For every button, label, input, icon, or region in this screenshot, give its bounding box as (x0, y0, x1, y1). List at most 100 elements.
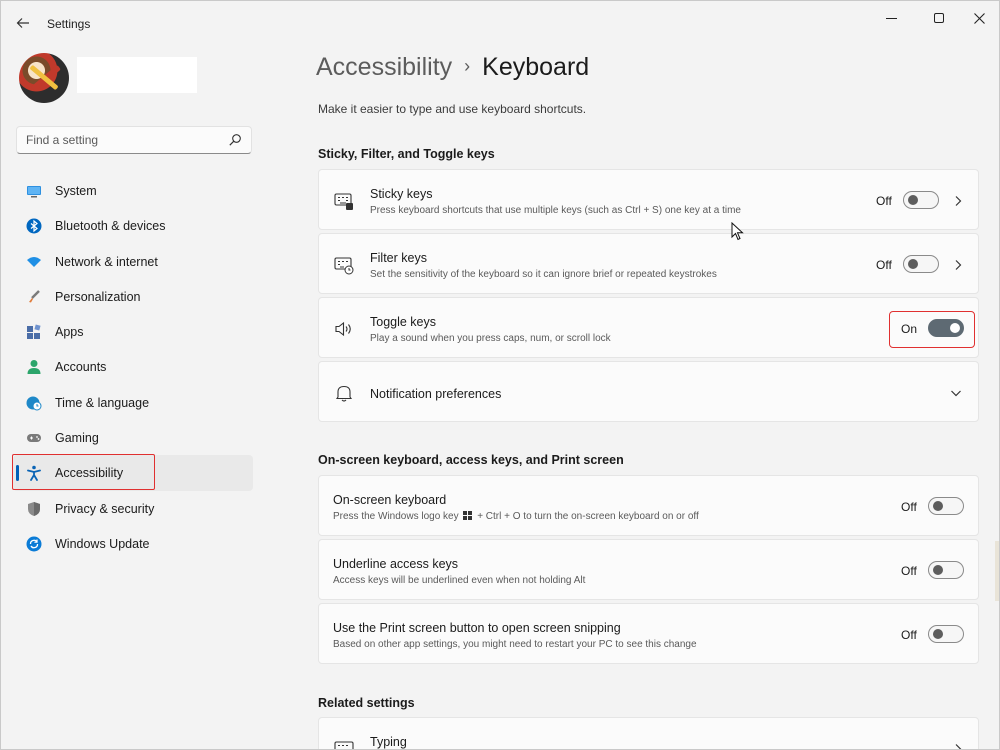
underline-access-keys-toggle[interactable] (928, 561, 964, 579)
onscreen-keyboard-toggle[interactable] (928, 497, 964, 515)
mouse-cursor-icon (731, 222, 744, 241)
section-title-sticky: Sticky, Filter, and Toggle keys (318, 147, 495, 161)
speaker-icon (335, 321, 351, 337)
row-title: On-screen keyboard (333, 493, 447, 507)
sidebar-item-label: Personalization (55, 289, 141, 304)
row-description: Access keys will be underlined even when… (333, 575, 586, 586)
maximize-button[interactable] (917, 5, 961, 29)
toggle-keys-row[interactable]: Toggle keys Play a sound when you press … (318, 297, 979, 358)
sidebar-item-network[interactable]: Network & internet (13, 244, 253, 279)
chevron-right-icon: › (464, 56, 471, 76)
settings-window: Settings System Bluetooth & devices (0, 0, 1000, 750)
sidebar-item-label: System (55, 184, 97, 198)
chevron-right-icon (955, 744, 962, 749)
section-title-onscreen: On-screen keyboard, access keys, and Pri… (318, 453, 624, 467)
onscreen-keyboard-row[interactable]: On-screen keyboard Press the Windows log… (318, 475, 979, 536)
title-bar: Settings (1, 1, 999, 45)
chevron-right-icon (955, 196, 962, 206)
apps-icon (27, 324, 41, 340)
sidebar-item-label: Bluetooth & devices (55, 219, 166, 234)
back-button[interactable] (13, 13, 33, 33)
bluetooth-icon (26, 218, 42, 234)
sidebar-item-accounts[interactable]: Accounts (13, 349, 253, 384)
sticky-keys-row[interactable]: Sticky keys Press keyboard shortcuts tha… (318, 169, 979, 230)
app-title: Settings (47, 17, 91, 31)
row-title: Filter keys (370, 251, 427, 265)
sticky-keys-toggle[interactable] (903, 191, 939, 209)
row-title: Notification preferences (370, 387, 502, 401)
sidebar-item-gaming[interactable]: Gaming (13, 420, 253, 455)
brush-icon (29, 290, 40, 303)
row-title: Typing (370, 735, 407, 749)
row-title: Use the Print screen button to open scre… (333, 621, 621, 635)
row-description: Play a sound when you press caps, num, o… (370, 333, 611, 344)
sidebar-item-system[interactable]: System (13, 173, 253, 208)
arrow-left-icon (16, 18, 29, 28)
notification-preferences-row[interactable]: Notification preferences (318, 361, 979, 422)
sidebar-item-time-language[interactable]: Time & language (13, 385, 253, 420)
filter-keys-toggle[interactable] (903, 255, 939, 273)
toggle-keys-highlight-box (889, 311, 975, 348)
globe-clock-icon (26, 396, 42, 411)
print-screen-toggle[interactable] (928, 625, 964, 643)
page-description: Make it easier to type and use keyboard … (318, 102, 587, 116)
scrollbar-edge (995, 541, 999, 601)
typing-row[interactable]: Typing (318, 717, 979, 749)
sidebar-item-windows-update[interactable]: Windows Update (13, 526, 253, 561)
keyboard-sticky-icon (334, 193, 353, 210)
sidebar-item-label: Accounts (55, 360, 107, 375)
sidebar-item-apps[interactable]: Apps (13, 314, 253, 349)
toggle-state-label: Off (901, 628, 917, 642)
row-description: Set the sensitivity of the keyboard so i… (370, 269, 717, 280)
sidebar-item-personalization[interactable]: Personalization (13, 279, 253, 314)
toggle-state-label: Off (876, 258, 892, 272)
row-description: Based on other app settings, you might n… (333, 639, 697, 650)
minimize-button[interactable] (869, 5, 913, 29)
row-title: Underline access keys (333, 557, 459, 571)
sidebar-item-label: Network & internet (55, 254, 158, 269)
chevron-right-icon (955, 260, 962, 270)
sidebar-nav: System Bluetooth & devices Network & int… (13, 173, 253, 561)
sidebar-item-privacy[interactable]: Privacy & security (13, 491, 253, 526)
underline-access-keys-row[interactable]: Underline access keys Access keys will b… (318, 539, 979, 600)
filter-keys-row[interactable]: Filter keys Set the sensitivity of the k… (318, 233, 979, 294)
sidebar-item-label: Privacy & security (55, 501, 155, 516)
row-description-end: + Ctrl + O to turn the on-screen keyboar… (477, 511, 699, 522)
bell-icon (335, 385, 353, 402)
maximize-icon (934, 13, 944, 24)
row-description-start: Press the Windows logo key (333, 511, 459, 522)
toggle-state-label: Off (901, 564, 917, 578)
row-title: Sticky keys (370, 187, 433, 201)
minimize-icon (885, 17, 897, 19)
gamepad-icon (27, 434, 41, 443)
keyboard-icon (334, 741, 354, 749)
section-title-related: Related settings (318, 696, 415, 710)
close-button[interactable] (957, 5, 999, 29)
sidebar-item-label: Windows Update (55, 536, 150, 551)
sidebar-item-label: Time & language (55, 395, 150, 410)
sidebar-item-label: Apps (55, 325, 84, 340)
sidebar-item-label: Gaming (55, 431, 99, 446)
sidebar-item-bluetooth[interactable]: Bluetooth & devices (13, 208, 253, 243)
search-icon[interactable] (228, 133, 242, 147)
row-title: Toggle keys (370, 315, 437, 329)
person-icon (27, 360, 41, 375)
keyboard-filter-icon (334, 257, 354, 275)
row-description: Press the Windows logo key + Ctrl + O to… (333, 511, 699, 522)
account-name-redacted (77, 57, 197, 93)
search-input[interactable] (17, 127, 222, 153)
avatar[interactable] (19, 53, 69, 103)
wifi-icon (27, 256, 41, 267)
accessibility-highlight-box (12, 454, 155, 490)
breadcrumb: Accessibility › Keyboard (316, 53, 589, 82)
page-title: Keyboard (482, 53, 590, 81)
close-icon (973, 12, 985, 24)
toggle-state-label: Off (876, 194, 892, 208)
print-screen-row[interactable]: Use the Print screen button to open scre… (318, 603, 979, 664)
search-box[interactable] (16, 126, 252, 154)
monitor-icon (27, 186, 41, 198)
chevron-down-icon[interactable] (950, 387, 962, 399)
breadcrumb-parent[interactable]: Accessibility (316, 53, 452, 81)
toggle-state-label: Off (901, 500, 917, 514)
update-icon (26, 536, 42, 552)
